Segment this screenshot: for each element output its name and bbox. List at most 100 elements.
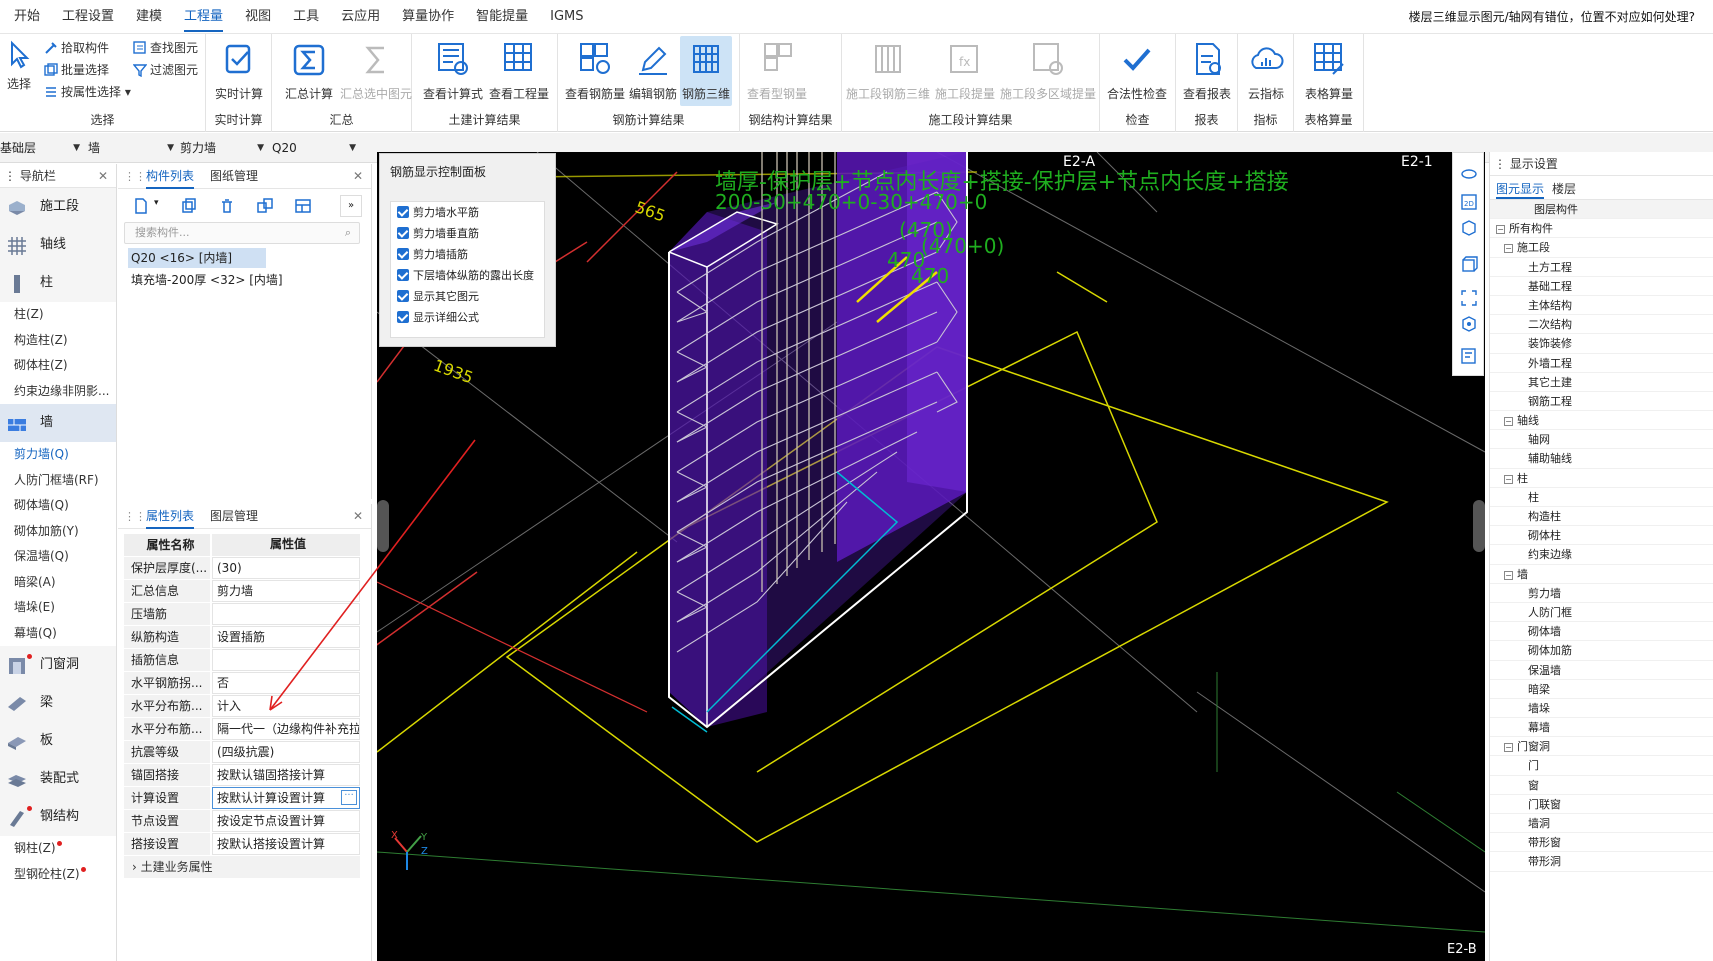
- menu-smart[interactable]: 智能提量: [476, 0, 528, 34]
- tree-node[interactable]: 砌体墙: [1490, 622, 1713, 642]
- tab-layer-manage[interactable]: 图层管理: [210, 504, 258, 529]
- tab-property-list[interactable]: 属性列表: [146, 504, 195, 529]
- nav-category-16[interactable]: 门窗洞: [0, 646, 116, 684]
- collapse-icon[interactable]: −: [1504, 474, 1513, 484]
- tree-node[interactable]: 外墙工程: [1490, 354, 1713, 373]
- select-by-property-button[interactable]: 按属性选择 ▾: [44, 81, 131, 103]
- stage-qty-button[interactable]: fx 施工段提量: [934, 36, 996, 106]
- drag-handle-icon[interactable]: ⋮⋮: [124, 164, 146, 189]
- new-component-icon[interactable]: [132, 197, 150, 215]
- component-item[interactable]: 填充墙-200厚 <32> [内墙]: [128, 270, 283, 290]
- checkbox-checked-icon[interactable]: [397, 311, 409, 323]
- tree-node[interactable]: 人防门框: [1490, 603, 1713, 623]
- close-icon[interactable]: ✕: [98, 164, 108, 188]
- tree-node[interactable]: − 施工段: [1490, 238, 1713, 258]
- tree-node[interactable]: 土方工程: [1490, 258, 1713, 277]
- tree-node[interactable]: 带形洞: [1490, 852, 1713, 872]
- nav-item-5[interactable]: 砌体柱(Z): [0, 353, 116, 379]
- batch-select-button[interactable]: 批量选择: [44, 59, 109, 81]
- close-icon[interactable]: ✕: [353, 164, 363, 189]
- property-value[interactable]: 设置插筋: [212, 626, 360, 648]
- tab-drawing-manage[interactable]: 图纸管理: [210, 164, 258, 189]
- tree-node[interactable]: 柱: [1490, 488, 1713, 507]
- tree-node[interactable]: 墙洞: [1490, 814, 1713, 834]
- checkbox-checked-icon[interactable]: [397, 227, 409, 239]
- delete-icon[interactable]: [218, 197, 236, 215]
- select-3d-icon[interactable]: [1460, 315, 1478, 333]
- checkbox-checked-icon[interactable]: [397, 248, 409, 260]
- tree-node[interactable]: 轴网: [1490, 430, 1713, 450]
- tree-node[interactable]: − 门窗洞: [1490, 737, 1713, 757]
- nav-item-14[interactable]: 墙垛(E): [0, 595, 116, 621]
- menu-igms[interactable]: IGMS: [550, 0, 583, 34]
- tree-node[interactable]: 暗梁: [1490, 680, 1713, 699]
- rebar-option-checkbox[interactable]: 显示详细公式: [391, 307, 544, 328]
- nav-item-21[interactable]: 钢柱(Z): [0, 836, 116, 862]
- collapse-icon[interactable]: −: [1504, 570, 1513, 580]
- tree-node[interactable]: 砌体柱: [1490, 526, 1713, 546]
- view-steel-button[interactable]: 查看型钢量: [744, 36, 810, 106]
- tree-node[interactable]: 墙垛: [1490, 699, 1713, 719]
- pick-component-button[interactable]: 拾取构件: [44, 37, 109, 59]
- rebar-option-checkbox[interactable]: 剪力墙垂直筋: [391, 223, 544, 244]
- nav-category-1[interactable]: 轴线: [0, 226, 116, 264]
- collapse-left-handle[interactable]: [377, 500, 389, 552]
- find-element-button[interactable]: 查找图元: [133, 37, 198, 59]
- nav-item-22[interactable]: 型钢砼柱(Z): [0, 862, 116, 888]
- menu-modeling[interactable]: 建模: [136, 0, 162, 34]
- nav-category-7[interactable]: 墙: [0, 404, 116, 442]
- nav-category-20[interactable]: 钢结构: [0, 798, 116, 836]
- copy-icon[interactable]: [180, 197, 198, 215]
- stage-multi-area-button[interactable]: 施工段多区域提量: [1000, 36, 1096, 106]
- property-value[interactable]: [212, 649, 360, 671]
- nav-item-3[interactable]: 柱(Z): [0, 302, 116, 328]
- cube-icon[interactable]: [1460, 219, 1478, 237]
- view-report-button[interactable]: 查看报表: [1176, 36, 1238, 106]
- drag-handle-icon[interactable]: ⋮⋮: [124, 504, 146, 529]
- nav-item-9[interactable]: 人防门框墙(RF): [0, 468, 116, 494]
- tree-node[interactable]: − 所有构件: [1490, 219, 1713, 239]
- property-value[interactable]: 按默认锚固搭接计算: [212, 764, 360, 786]
- collapse-icon[interactable]: −: [1504, 743, 1513, 753]
- tree-node[interactable]: − 墙: [1490, 565, 1713, 584]
- tree-node[interactable]: 幕墙: [1490, 718, 1713, 738]
- close-icon[interactable]: ✕: [353, 504, 363, 529]
- edit-rebar-button[interactable]: 编辑钢筋: [620, 36, 686, 106]
- nav-item-4[interactable]: 构造柱(Z): [0, 328, 116, 354]
- tree-node[interactable]: − 柱: [1490, 469, 1713, 488]
- tree-node[interactable]: − 轴线: [1490, 411, 1713, 431]
- tab-element-display[interactable]: 图元显示: [1496, 180, 1545, 199]
- property-value[interactable]: 按默认计算设置计算 ···: [212, 787, 360, 809]
- nav-category-2[interactable]: 柱: [0, 264, 116, 302]
- help-hint-link[interactable]: 楼层三维显示图元/轴网有错位，位置不对应如何处理?: [1409, 0, 1695, 34]
- realtime-calc-button[interactable]: 实时计算: [206, 36, 272, 106]
- drag-handle-icon[interactable]: ⋮: [1494, 157, 1506, 171]
- property-value[interactable]: (四级抗震): [212, 741, 360, 763]
- menu-tools[interactable]: 工具: [293, 0, 319, 34]
- category-select[interactable]: 墙 ▼: [88, 137, 174, 159]
- property-value[interactable]: (30): [212, 557, 360, 579]
- nav-category-18[interactable]: 板: [0, 722, 116, 760]
- tree-node[interactable]: 其它土建: [1490, 373, 1713, 392]
- nav-category-17[interactable]: 梁: [0, 684, 116, 722]
- tree-node[interactable]: 装饰装修: [1490, 334, 1713, 354]
- view-rebar-button[interactable]: 查看钢筋量: [562, 36, 628, 106]
- subtype-select[interactable]: 剪力墙 ▼: [180, 137, 264, 159]
- more-icon[interactable]: »: [340, 195, 362, 217]
- tree-node[interactable]: 辅助轴线: [1490, 449, 1713, 469]
- tree-node[interactable]: 构造柱: [1490, 507, 1713, 527]
- property-value[interactable]: [212, 603, 360, 625]
- nav-item-10[interactable]: 砌体墙(Q): [0, 493, 116, 519]
- view-quantity-button[interactable]: 查看工程量: [486, 36, 552, 106]
- duplicate-icon[interactable]: [256, 197, 274, 215]
- nav-item-6[interactable]: 约束边缘非阴影...: [0, 379, 116, 405]
- rebar-option-checkbox[interactable]: 显示其它图元: [391, 286, 544, 307]
- stage-rebar-3d-button[interactable]: 施工段钢筋三维: [846, 36, 930, 106]
- property-value[interactable]: 剪力墙: [212, 580, 360, 602]
- tree-node[interactable]: 门: [1490, 756, 1713, 776]
- nav-item-8[interactable]: 剪力墙(Q): [0, 442, 116, 468]
- collapse-icon[interactable]: −: [1496, 225, 1505, 235]
- drag-handle-icon[interactable]: ⋮: [4, 169, 16, 183]
- menu-cloud[interactable]: 云应用: [341, 0, 380, 34]
- checkbox-checked-icon[interactable]: [397, 269, 409, 281]
